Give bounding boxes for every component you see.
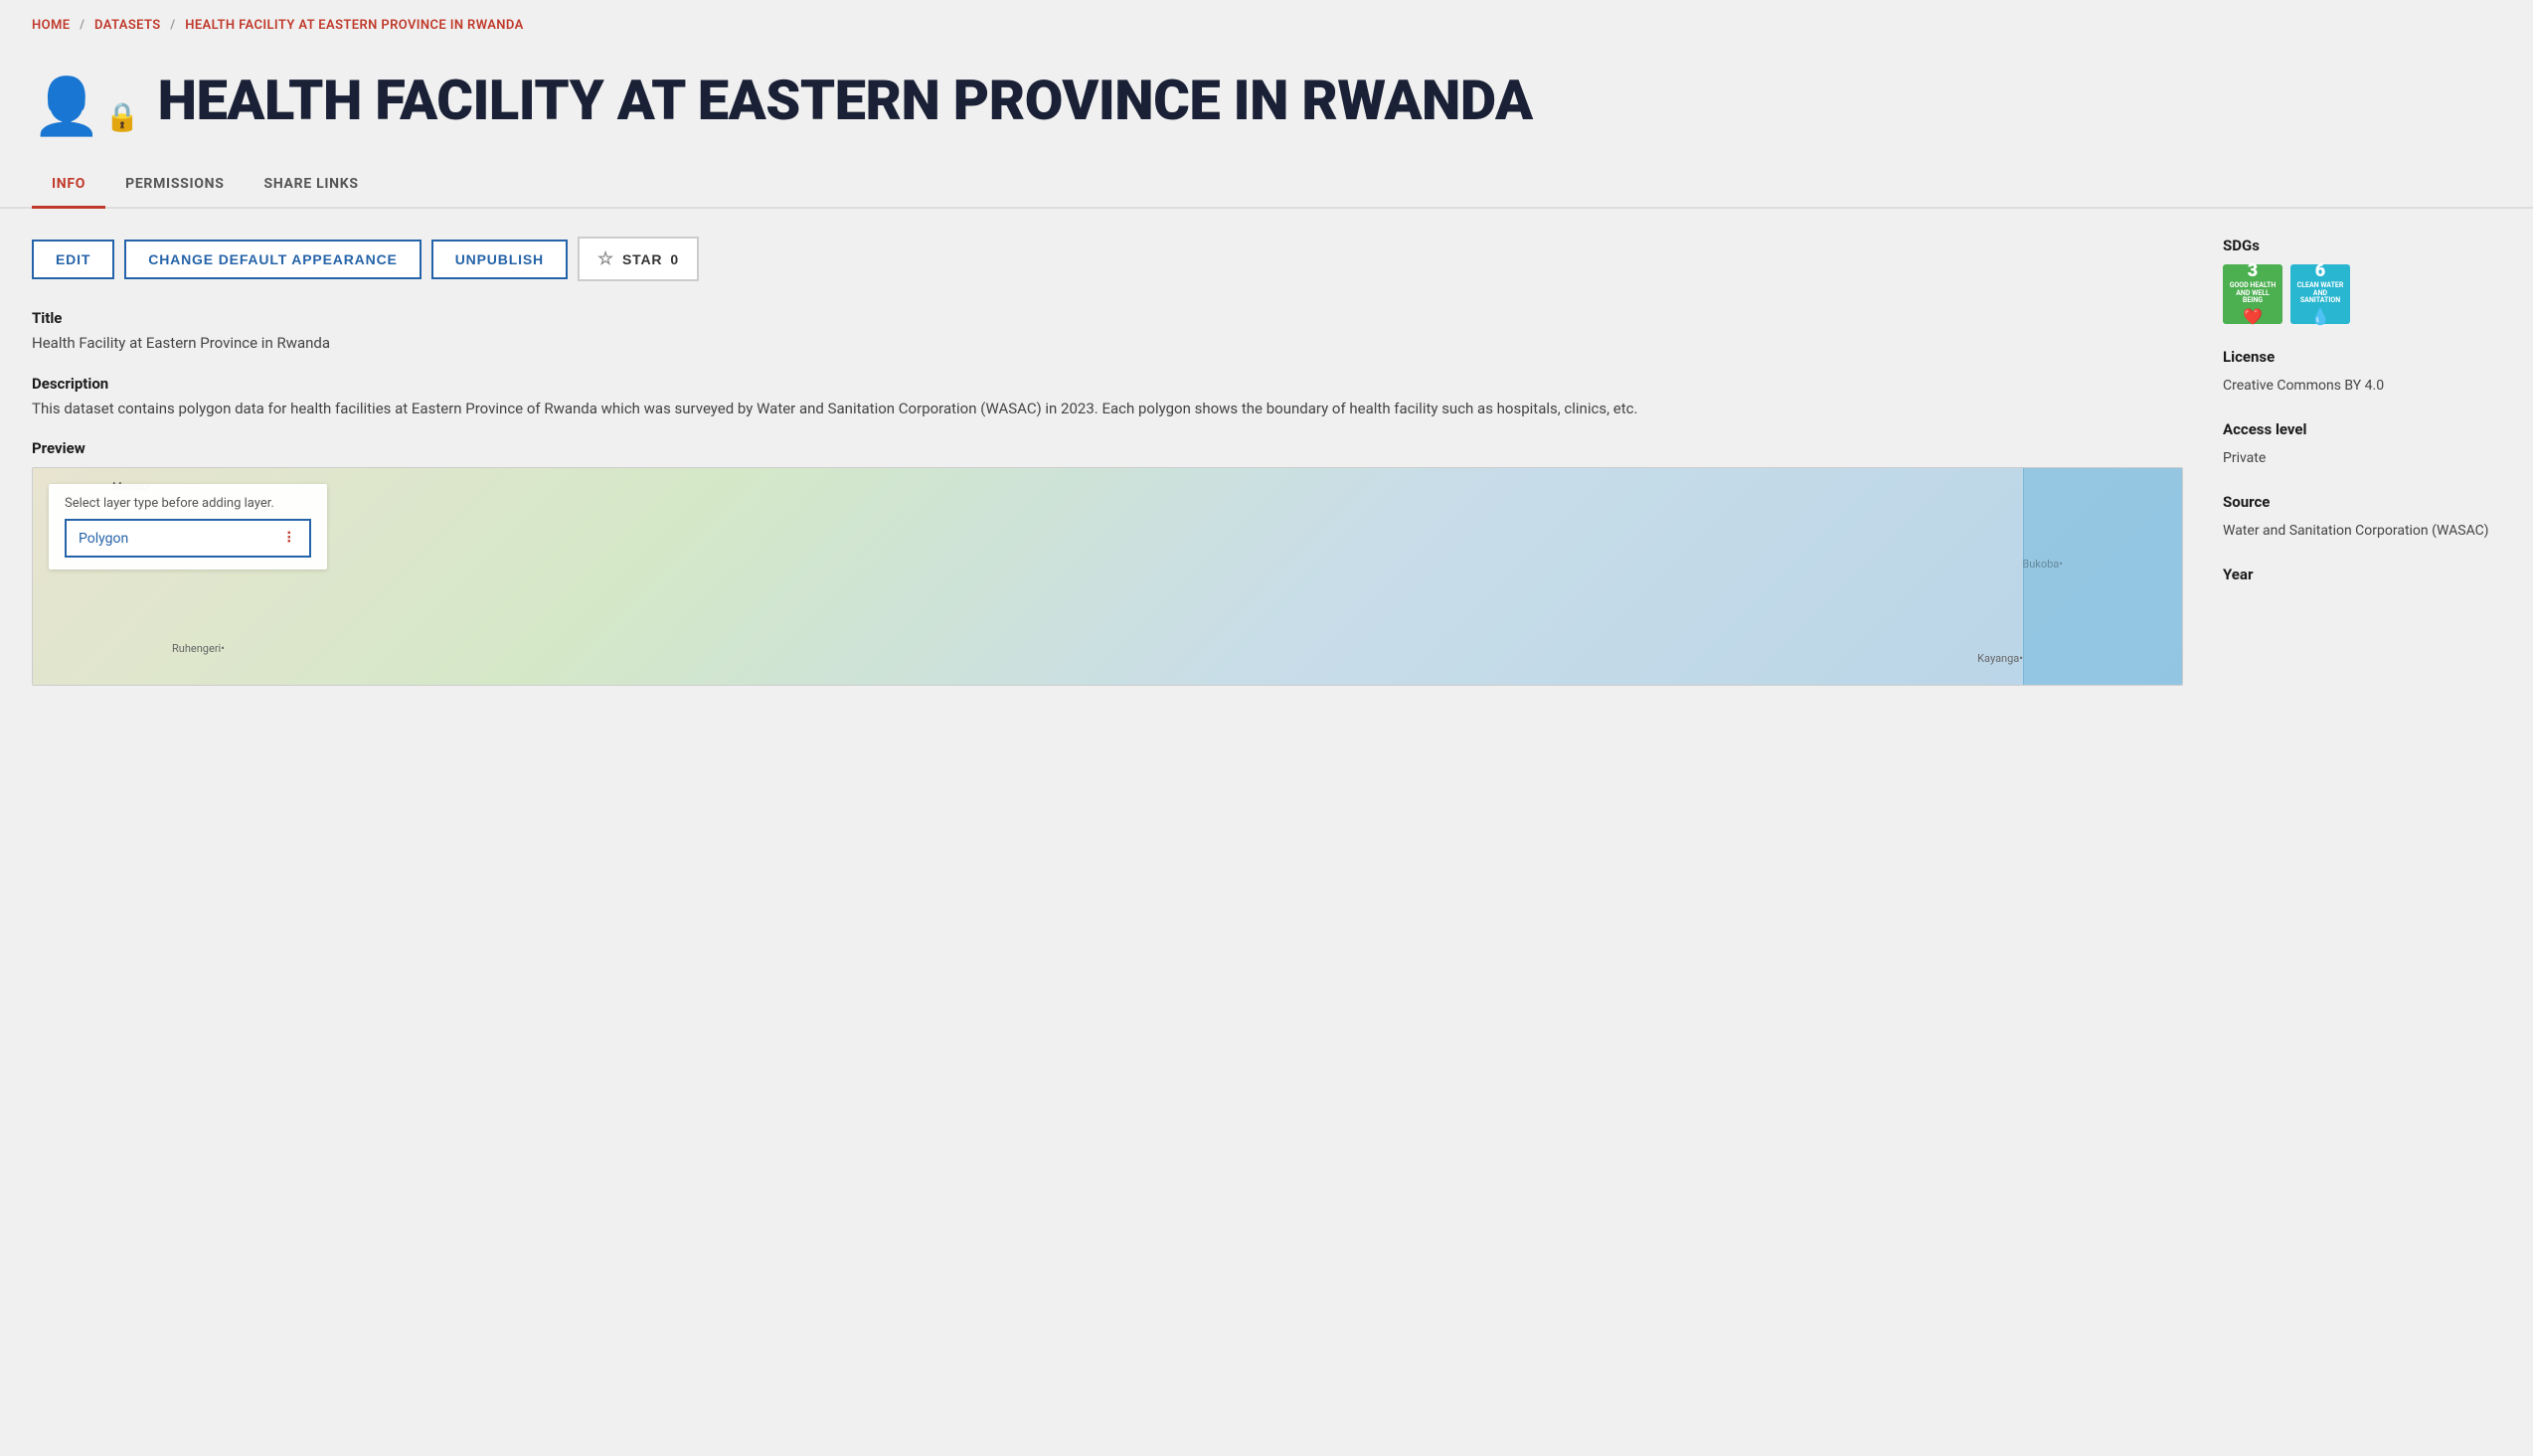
breadcrumb-home[interactable]: HOME	[32, 18, 70, 33]
title-label: Title	[32, 309, 2183, 327]
star-button[interactable]: ☆ STAR 0	[578, 237, 699, 281]
preview-label: Preview	[32, 439, 2183, 457]
tab-share-links[interactable]: SHARE LINKS	[245, 162, 379, 209]
star-count: 0	[670, 251, 679, 267]
tab-permissions[interactable]: PERMISSIONS	[105, 162, 244, 209]
map-label-ruhengeri: Ruhengeri•	[172, 642, 225, 655]
breadcrumb: HOME / DATASETS / HEALTH FACILITY AT EAS…	[0, 0, 2533, 51]
license-label: License	[2223, 348, 2501, 366]
layer-selector-hint: Select layer type before adding layer.	[65, 496, 311, 511]
source-value: Water and Sanitation Corporation (WASAC)	[2223, 521, 2501, 542]
select-arrow-icon: ⠇	[285, 529, 297, 548]
star-label: STAR	[622, 251, 662, 267]
sdg-6-number: 6	[2315, 262, 2325, 280]
year-label: Year	[2223, 566, 2501, 583]
source-label: Source	[2223, 493, 2501, 511]
header-icon: 👤 🔒	[32, 79, 140, 134]
sdg-badges: 3 GOOD HEALTH AND WELL BEING ❤️ 6 CLEAN …	[2223, 264, 2501, 324]
sdg-6-text: CLEAN WATER AND SANITATION	[2294, 282, 2346, 305]
polygon-select[interactable]: Polygon ⠇	[65, 519, 311, 558]
access-level-value: Private	[2223, 448, 2501, 469]
breadcrumb-sep1: /	[80, 18, 84, 33]
tab-info[interactable]: INFO	[32, 162, 105, 209]
page-title: HEALTH FACILITY AT EASTERN PROVINCE IN R…	[158, 71, 1533, 132]
sdg-3-text: GOOD HEALTH AND WELL BEING	[2227, 282, 2279, 305]
map-water-area	[2023, 468, 2182, 685]
action-buttons: EDIT CHANGE DEFAULT APPEARANCE UNPUBLISH…	[32, 237, 2183, 281]
sdg-6-icon: 💧	[2310, 307, 2330, 326]
edit-button[interactable]: EDIT	[32, 240, 114, 279]
sidebar: SDGs 3 GOOD HEALTH AND WELL BEING ❤️ 6 C…	[2183, 237, 2501, 593]
map-label-kayanga: Kayanga•	[1977, 652, 2023, 665]
sdg-3-icon: ❤️	[2243, 307, 2263, 326]
main-layout: EDIT CHANGE DEFAULT APPEARANCE UNPUBLISH…	[0, 209, 2533, 714]
lock-icon: 🔒	[105, 100, 140, 133]
sdg-6-badge[interactable]: 6 CLEAN WATER AND SANITATION 💧	[2290, 264, 2350, 324]
map-background: Mweso• Ruhengeri• Bukoba• Kayanga•	[33, 468, 2182, 685]
star-icon: ☆	[597, 248, 614, 269]
title-value: Health Facility at Eastern Province in R…	[32, 332, 2183, 355]
sdgs-label: SDGs	[2223, 237, 2501, 254]
sdg-3-number: 3	[2248, 262, 2258, 280]
breadcrumb-current: HEALTH FACILITY AT EASTERN PROVINCE IN R…	[185, 18, 523, 33]
breadcrumb-datasets[interactable]: DATASETS	[94, 18, 161, 33]
license-value: Creative Commons BY 4.0	[2223, 376, 2501, 397]
polygon-value: Polygon	[79, 531, 128, 547]
tabs-bar: INFO PERMISSIONS SHARE LINKS	[0, 162, 2533, 209]
map-preview: Mweso• Ruhengeri• Bukoba• Kayanga• Selec…	[32, 467, 2183, 686]
description-label: Description	[32, 375, 2183, 393]
person-icon: 👤	[32, 79, 101, 134]
page-wrapper: HOME / DATASETS / HEALTH FACILITY AT EAS…	[0, 0, 2533, 1456]
unpublish-button[interactable]: UNPUBLISH	[431, 240, 568, 279]
access-level-label: Access level	[2223, 420, 2501, 438]
change-appearance-button[interactable]: CHANGE DEFAULT APPEARANCE	[124, 240, 421, 279]
description-value: This dataset contains polygon data for h…	[32, 398, 2183, 420]
main-content: EDIT CHANGE DEFAULT APPEARANCE UNPUBLISH…	[32, 237, 2183, 686]
layer-selector-container: Select layer type before adding layer. P…	[49, 484, 327, 569]
breadcrumb-sep2: /	[170, 18, 175, 33]
sdg-3-badge[interactable]: 3 GOOD HEALTH AND WELL BEING ❤️	[2223, 264, 2282, 324]
header-section: 👤 🔒 HEALTH FACILITY AT EASTERN PROVINCE …	[0, 51, 2533, 134]
